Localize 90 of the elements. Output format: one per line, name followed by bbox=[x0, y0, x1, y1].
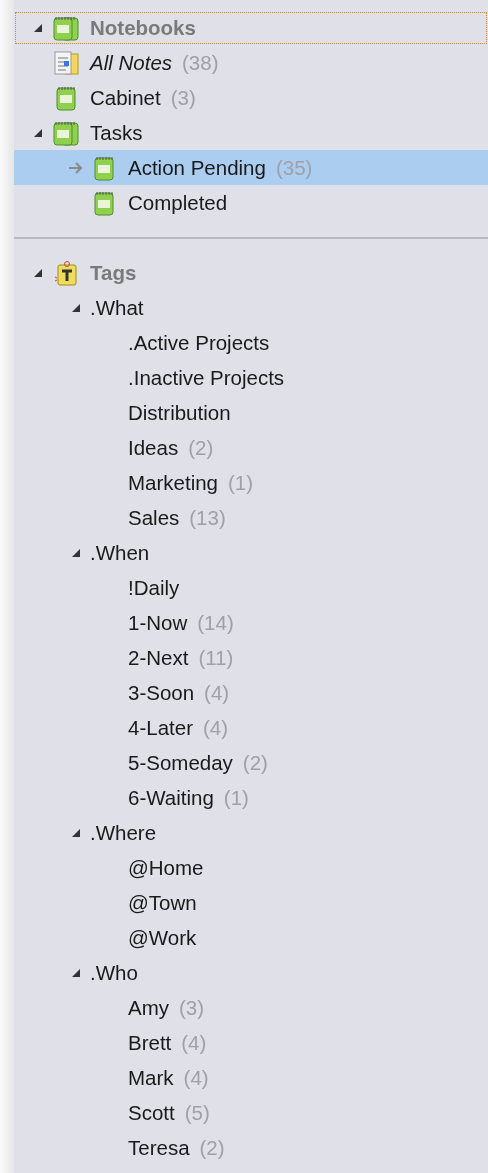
tree-item[interactable]: Tasks bbox=[14, 115, 488, 150]
tree-item[interactable]: @Town bbox=[14, 885, 488, 920]
tree-item[interactable]: .Active Projects bbox=[14, 325, 488, 360]
tree-item[interactable]: 5-Someday (2) bbox=[14, 745, 488, 780]
tree-item[interactable]: 4-Later (4) bbox=[14, 710, 488, 745]
tag-icon bbox=[52, 258, 80, 287]
item-label: 4-Later bbox=[128, 715, 193, 740]
expanded-triangle-icon[interactable] bbox=[71, 967, 81, 978]
expanded-triangle-icon[interactable] bbox=[33, 23, 43, 33]
tree-item[interactable]: .When bbox=[14, 535, 488, 570]
item-count: (1) bbox=[228, 470, 254, 495]
item-label: Completed bbox=[128, 190, 228, 215]
expanded-triangle-icon[interactable] bbox=[71, 827, 81, 838]
tree-item[interactable]: .Who bbox=[14, 955, 488, 990]
item-label: Distribution bbox=[128, 400, 231, 425]
tree-item[interactable]: Completed bbox=[14, 185, 488, 220]
tree-item[interactable]: Scott (5) bbox=[14, 1095, 488, 1130]
item-label: Ideas bbox=[128, 435, 179, 460]
item-label: Scott bbox=[128, 1100, 175, 1125]
item-label: @Town bbox=[128, 890, 197, 915]
item-count: (35) bbox=[275, 155, 313, 180]
item-count: (4) bbox=[202, 715, 229, 740]
item-label: @Work bbox=[128, 925, 197, 950]
tree-item[interactable]: 3-Soon (4) bbox=[14, 675, 488, 710]
item-count: (5) bbox=[184, 1100, 210, 1125]
tree-item[interactable]: !Daily bbox=[14, 570, 488, 605]
item-label: @Home bbox=[128, 855, 204, 880]
item-label: Marketing bbox=[128, 470, 218, 495]
expanded-triangle-icon[interactable] bbox=[33, 127, 43, 138]
item-count: (4) bbox=[181, 1030, 207, 1055]
expanded-triangle-icon[interactable] bbox=[71, 302, 81, 313]
item-label: Notebooks bbox=[90, 16, 196, 40]
tree-item[interactable]: .What bbox=[14, 290, 488, 325]
item-count: (2) bbox=[242, 750, 268, 775]
item-label: .What bbox=[90, 295, 144, 320]
item-count: (14) bbox=[197, 610, 234, 635]
item-label: .Active Projects bbox=[128, 330, 270, 355]
tree-item[interactable]: Teresa (2) bbox=[14, 1130, 488, 1165]
item-count: (3) bbox=[170, 85, 196, 110]
tree-item[interactable]: 2-Next (11) bbox=[14, 640, 488, 675]
item-label: Sales bbox=[128, 505, 180, 530]
tree-item[interactable]: 6-Waiting (1) bbox=[14, 780, 488, 815]
tree-item[interactable]: All Notes (38) bbox=[14, 45, 488, 80]
item-label: 1-Now bbox=[128, 610, 188, 635]
item-label: .Inactive Projects bbox=[128, 365, 285, 390]
item-count: (4) bbox=[204, 680, 230, 705]
item-count: (2) bbox=[199, 1135, 225, 1160]
tree-item[interactable]: Amy (3) bbox=[14, 990, 488, 1025]
item-label: Cabinet bbox=[90, 85, 161, 110]
item-count: (11) bbox=[198, 645, 234, 670]
item-count: (4) bbox=[183, 1065, 209, 1090]
item-label: 6-Waiting bbox=[128, 785, 214, 810]
tree-item[interactable]: Brett (4) bbox=[14, 1025, 488, 1060]
item-label: Amy bbox=[128, 995, 169, 1020]
item-count: (2) bbox=[188, 435, 214, 460]
tree-item[interactable]: Mark (4) bbox=[14, 1060, 488, 1095]
item-label: Tags bbox=[90, 260, 137, 285]
tree-item[interactable]: @Home bbox=[14, 850, 488, 885]
expanded-triangle-icon[interactable] bbox=[71, 547, 81, 558]
item-count: (38) bbox=[182, 50, 219, 75]
item-label: .Who bbox=[90, 960, 138, 985]
item-label: Mark bbox=[128, 1065, 174, 1090]
tree-item[interactable]: @Work bbox=[14, 920, 488, 955]
expanded-triangle-icon[interactable] bbox=[33, 267, 43, 278]
item-count: (1) bbox=[223, 785, 249, 810]
tree-item[interactable]: Distribution bbox=[14, 395, 488, 430]
item-label: !Daily bbox=[128, 575, 180, 600]
tree-item[interactable]: Marketing (1) bbox=[14, 465, 488, 500]
arrow-icon bbox=[68, 161, 84, 174]
notebook-stack-icon bbox=[52, 14, 80, 42]
tree-item[interactable]: Ideas (2) bbox=[14, 430, 488, 465]
tree-item[interactable]: Cabinet (3) bbox=[14, 80, 488, 115]
item-label: Action Pending bbox=[128, 155, 266, 180]
tree-item[interactable]: 1-Now (14) bbox=[14, 605, 488, 640]
item-label: Brett bbox=[128, 1030, 172, 1055]
item-label: .Where bbox=[90, 820, 157, 845]
item-label: All Notes bbox=[90, 50, 173, 75]
item-label: Tasks bbox=[90, 120, 143, 145]
item-label: .When bbox=[90, 540, 150, 565]
item-label: 2-Next bbox=[128, 645, 189, 670]
item-count: (13) bbox=[189, 505, 226, 530]
tree-item[interactable]: Action Pending (35) bbox=[14, 150, 488, 185]
item-label: 3-Soon bbox=[128, 680, 195, 705]
item-label: 5-Someday bbox=[128, 750, 233, 775]
tree-item[interactable]: .Inactive Projects bbox=[14, 360, 488, 395]
tree-item[interactable]: Sales (13) bbox=[14, 500, 488, 535]
tree-item[interactable]: .Where bbox=[14, 815, 488, 850]
item-count: (3) bbox=[179, 995, 205, 1020]
item-label: Teresa bbox=[128, 1135, 190, 1160]
notes-icon bbox=[52, 48, 80, 77]
